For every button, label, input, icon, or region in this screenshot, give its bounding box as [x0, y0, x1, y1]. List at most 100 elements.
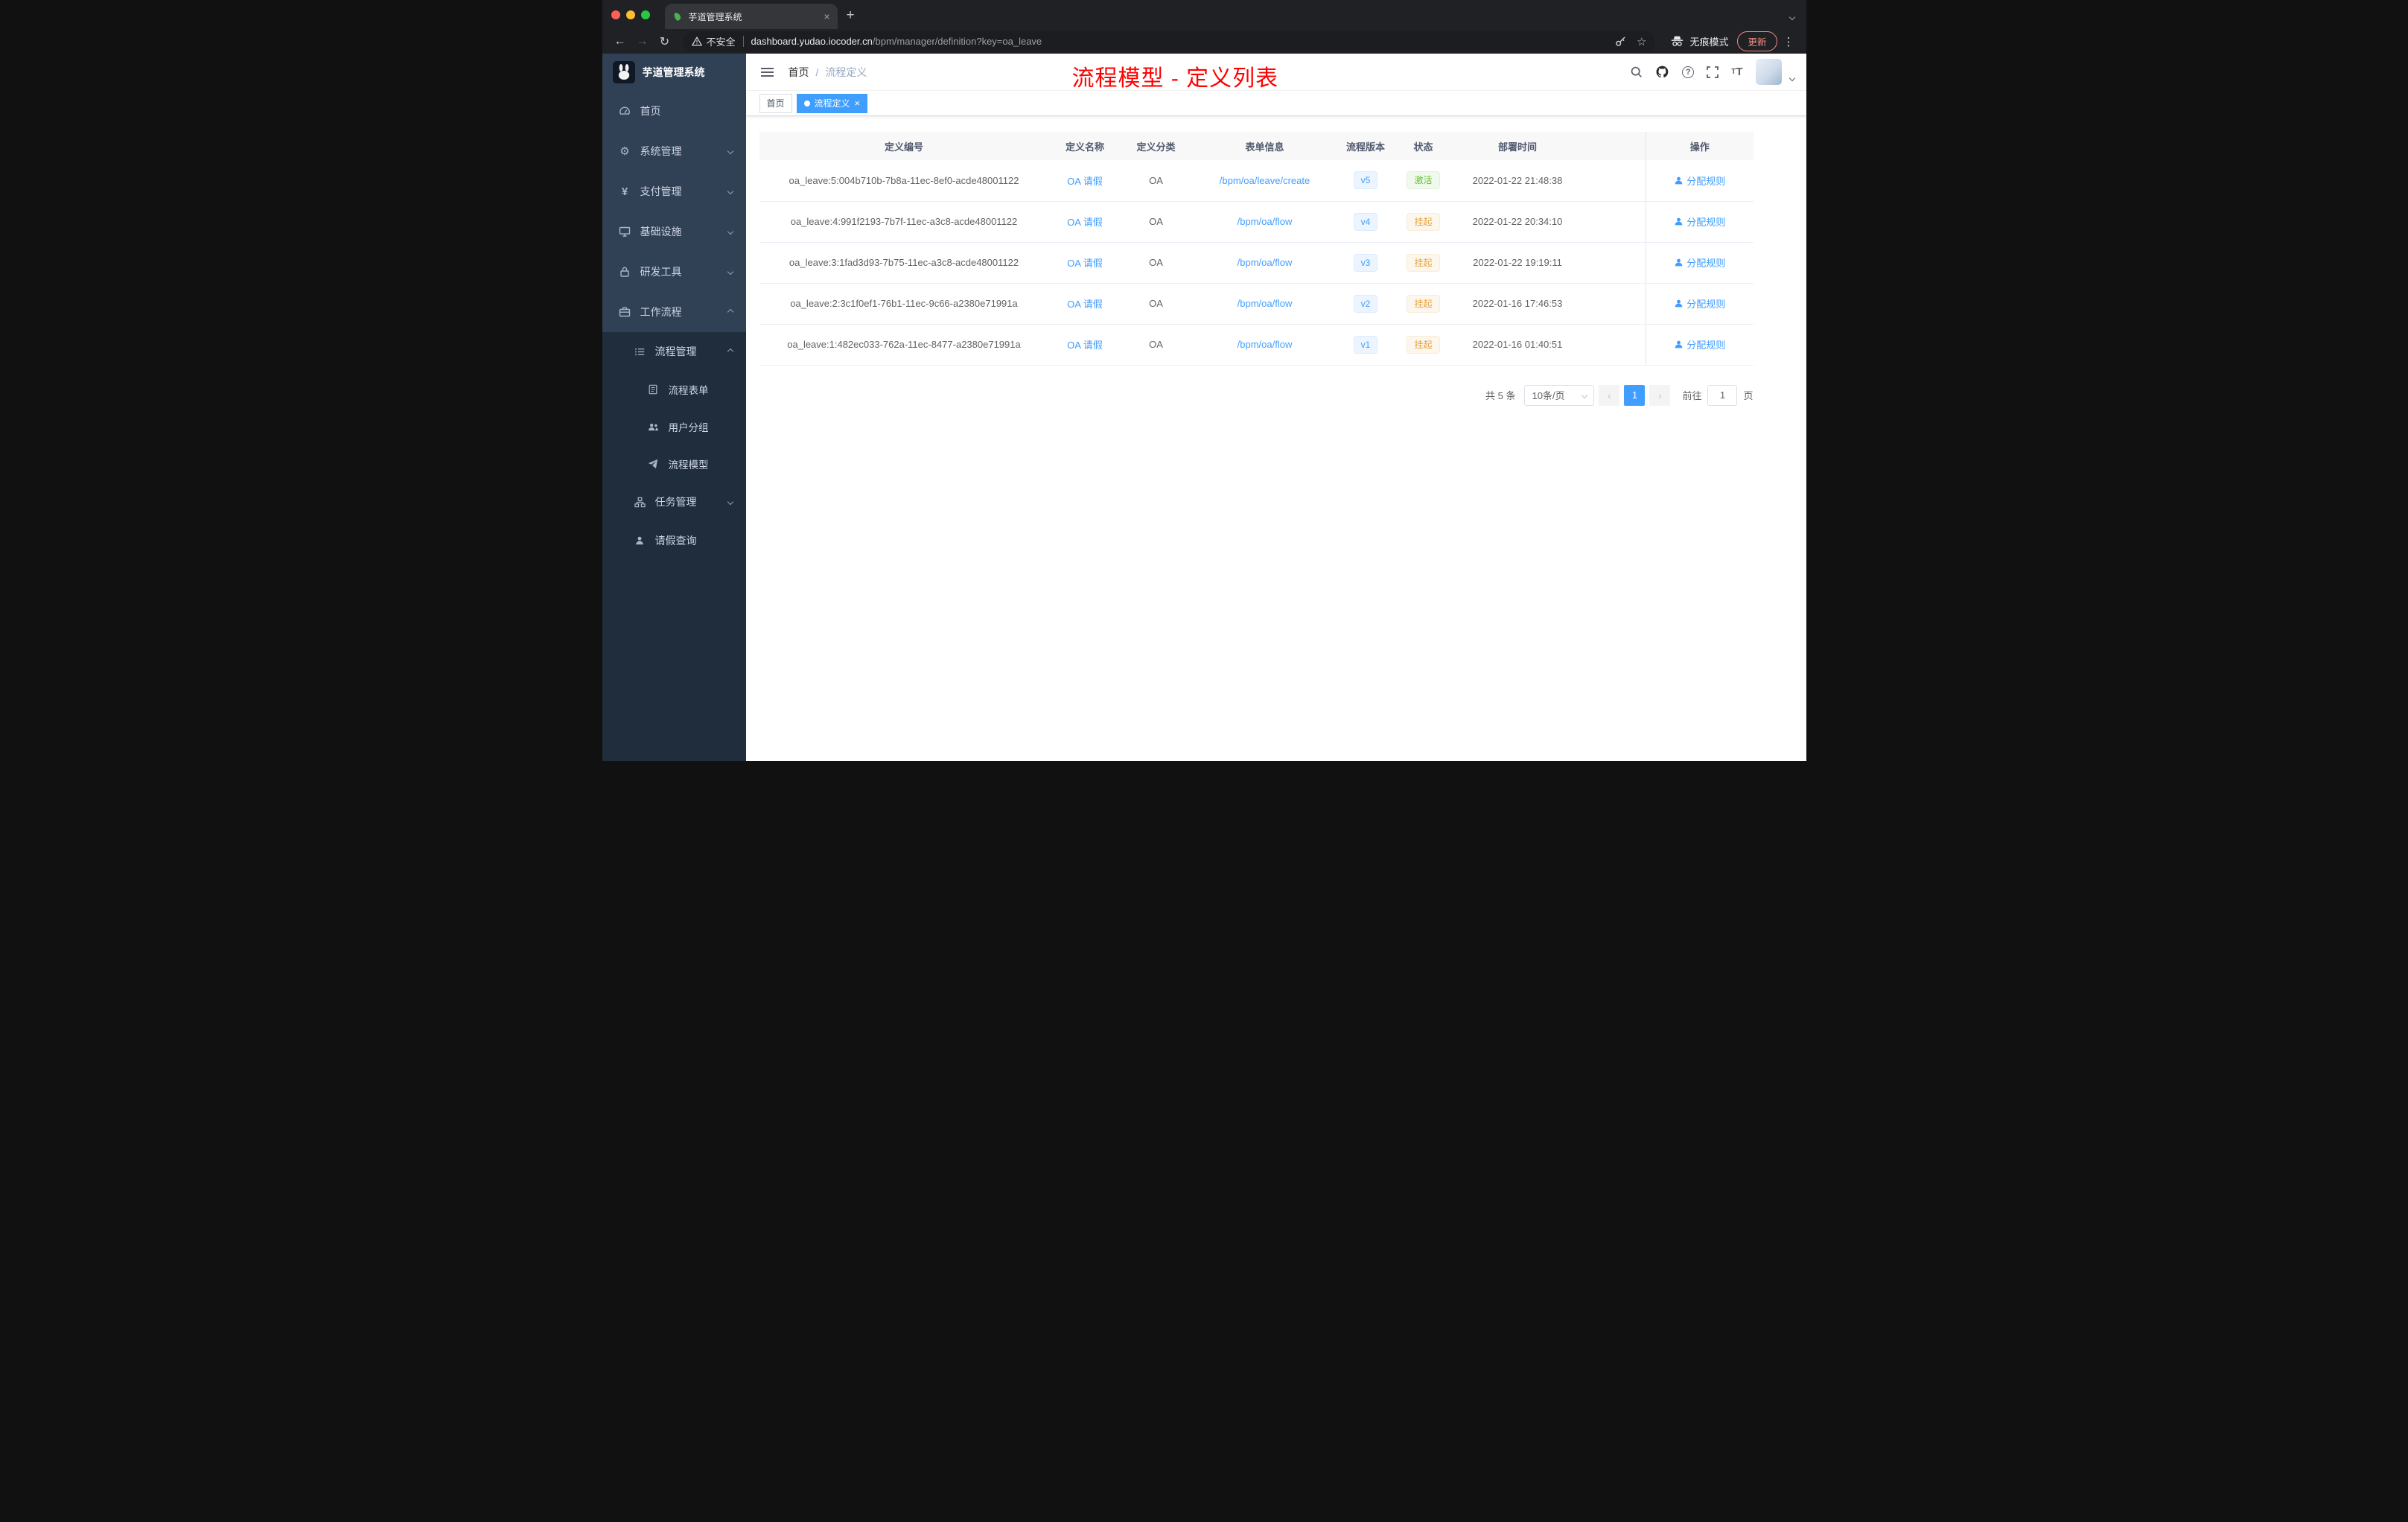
next-page-button[interactable]: ›: [1649, 384, 1671, 406]
sidebar-item-user-group[interactable]: 用户分组: [602, 408, 746, 445]
column-header-filler: [1581, 132, 1646, 160]
search-icon[interactable]: [1630, 66, 1643, 78]
avatar[interactable]: [1755, 59, 1782, 85]
sidebar-item-task-management[interactable]: 任务管理: [602, 483, 746, 521]
cell-deploy-time: 2022-01-22 21:48:38: [1453, 160, 1582, 202]
url-host: dashboard.yudao.iocoder.cn: [751, 36, 873, 47]
cell-definition-id: oa_leave:3:1fad3d93-7b75-11ec-a3c8-acde4…: [759, 242, 1049, 284]
form-info-link[interactable]: /bpm/oa/flow: [1238, 216, 1293, 227]
sidebar-item-home[interactable]: 首页: [602, 91, 746, 131]
sidebar-filler: [602, 560, 746, 761]
zoom-window-button[interactable]: [640, 10, 650, 19]
browser-update-button[interactable]: 更新: [1737, 31, 1777, 51]
cell-definition-id: oa_leave:1:482ec033-762a-11ec-8477-a2380…: [759, 324, 1049, 366]
github-icon[interactable]: [1655, 65, 1669, 79]
url-path: /bpm/manager/definition?key=oa_leave: [872, 36, 1042, 47]
chevron-down-icon: [1582, 392, 1588, 398]
security-chip[interactable]: 不安全: [691, 34, 736, 48]
tag-close-icon[interactable]: ×: [855, 98, 861, 108]
sidebar-item-workflow[interactable]: 工作流程: [602, 292, 746, 332]
cell-category: OA: [1121, 283, 1191, 325]
help-icon[interactable]: ?: [1682, 66, 1695, 78]
tag-home[interactable]: 首页: [759, 93, 792, 113]
font-size-icon[interactable]: TT: [1731, 66, 1742, 78]
table-row: oa_leave:2:3c1f0ef1-76b1-11ec-9c66-a2380…: [759, 283, 1754, 325]
prev-page-button[interactable]: ‹: [1599, 384, 1620, 406]
chevron-down-icon: [727, 498, 733, 506]
form-info-link[interactable]: /bpm/oa/leave/create: [1220, 175, 1310, 186]
sidebar-item-system[interactable]: ⚙ 系统管理: [602, 131, 746, 171]
definition-name-link[interactable]: OA 请假: [1067, 340, 1103, 351]
form-info-link[interactable]: /bpm/oa/flow: [1238, 257, 1293, 268]
browser-menu-icon[interactable]: ⋮: [1779, 35, 1799, 48]
goto-page-input[interactable]: [1707, 384, 1738, 406]
cell-category: OA: [1121, 201, 1191, 243]
definition-name-link[interactable]: OA 请假: [1067, 299, 1103, 310]
tab-search-icon[interactable]: [1789, 10, 1795, 23]
address-bar[interactable]: 不安全 dashboard.yudao.iocoder.cn/bpm/manag…: [682, 31, 1656, 52]
sidebar-item-process-management[interactable]: 流程管理: [602, 332, 746, 371]
assign-rule-link[interactable]: 分配规则: [1674, 337, 1725, 351]
form-info-link[interactable]: /bpm/oa/flow: [1238, 339, 1293, 350]
tab-close-icon[interactable]: ×: [824, 11, 829, 22]
tab-favicon: [672, 11, 683, 22]
column-header-time: 部署时间: [1453, 132, 1582, 160]
definition-name-link[interactable]: OA 请假: [1067, 217, 1103, 228]
page-size-select[interactable]: 10条/页: [1524, 384, 1595, 406]
assign-rule-link[interactable]: 分配规则: [1674, 255, 1725, 270]
version-tag: v3: [1353, 253, 1378, 272]
workflow-icon: [619, 306, 631, 318]
assign-rule-link[interactable]: 分配规则: [1674, 296, 1725, 311]
chevron-up-icon: [727, 308, 733, 316]
infrastructure-icon: [619, 226, 631, 238]
logo-title: 芋道管理系统: [642, 66, 705, 78]
status-tag: 激活: [1407, 171, 1440, 190]
task-tree-icon: [634, 497, 646, 508]
tool-icon: [619, 266, 631, 278]
cell-deploy-time: 2022-01-16 01:40:51: [1453, 324, 1582, 366]
close-window-button[interactable]: [611, 10, 620, 19]
back-icon[interactable]: ←: [610, 31, 631, 52]
assign-rule-link[interactable]: 分配规则: [1674, 214, 1725, 229]
version-tag: v4: [1353, 212, 1378, 231]
form-info-link[interactable]: /bpm/oa/flow: [1238, 298, 1293, 309]
assign-rule-link[interactable]: 分配规则: [1674, 173, 1725, 188]
bookmark-star-icon[interactable]: ☆: [1637, 35, 1646, 48]
sidebar-logo[interactable]: 芋道管理系统: [602, 54, 746, 91]
sidebar-item-leave-query[interactable]: 请假查询: [602, 521, 746, 560]
browser-tab[interactable]: 芋道管理系统 ×: [664, 4, 838, 29]
status-tag: 挂起: [1407, 335, 1440, 354]
logo-image: [612, 61, 635, 83]
page-unit-label: 页: [1743, 390, 1754, 401]
browser-toolbar: ← → ↻ 不安全 dashboard.yudao.iocoder.cn/bpm…: [602, 29, 1806, 54]
page-number-button[interactable]: 1: [1624, 384, 1646, 406]
avatar-dropdown-caret-icon[interactable]: [1789, 71, 1795, 84]
paper-plane-icon: [647, 459, 660, 469]
definition-name-link[interactable]: OA 请假: [1067, 176, 1103, 187]
sidebar-item-devtools[interactable]: 研发工具: [602, 252, 746, 292]
minimize-window-button[interactable]: [625, 10, 635, 19]
reload-icon[interactable]: ↻: [654, 31, 675, 52]
cell-category: OA: [1121, 242, 1191, 284]
forward-icon[interactable]: →: [632, 31, 653, 52]
cell-deploy-time: 2022-01-16 17:46:53: [1453, 283, 1582, 325]
new-tab-button[interactable]: +: [847, 7, 855, 24]
page-content: 定义编号 定义名称 定义分类 表单信息 流程版本 状态 部署时间 操作 oa_l…: [746, 116, 1806, 761]
chevron-down-icon: [727, 147, 733, 155]
column-header-action: 操作: [1646, 132, 1754, 160]
sidebar-collapse-button[interactable]: [758, 65, 777, 80]
fullscreen-icon[interactable]: [1707, 66, 1719, 78]
sidebar-item-payment[interactable]: ¥ 支付管理: [602, 171, 746, 211]
sidebar-item-process-form[interactable]: 流程表单: [602, 371, 746, 408]
incognito-icon: [1670, 35, 1684, 48]
sidebar-item-process-model[interactable]: 流程模型: [602, 445, 746, 483]
password-key-icon[interactable]: [1615, 36, 1626, 47]
definition-name-link[interactable]: OA 请假: [1067, 258, 1103, 269]
sidebar-item-infrastructure[interactable]: 基础设施: [602, 211, 746, 252]
breadcrumb-home[interactable]: 首页: [789, 65, 809, 80]
cell-deploy-time: 2022-01-22 20:34:10: [1453, 201, 1582, 243]
column-header-id: 定义编号: [759, 132, 1049, 160]
tab-strip: 芋道管理系统 × +: [602, 0, 1806, 29]
breadcrumb-current: 流程定义: [825, 66, 867, 78]
tag-process-definition[interactable]: 流程定义 ×: [796, 93, 868, 113]
